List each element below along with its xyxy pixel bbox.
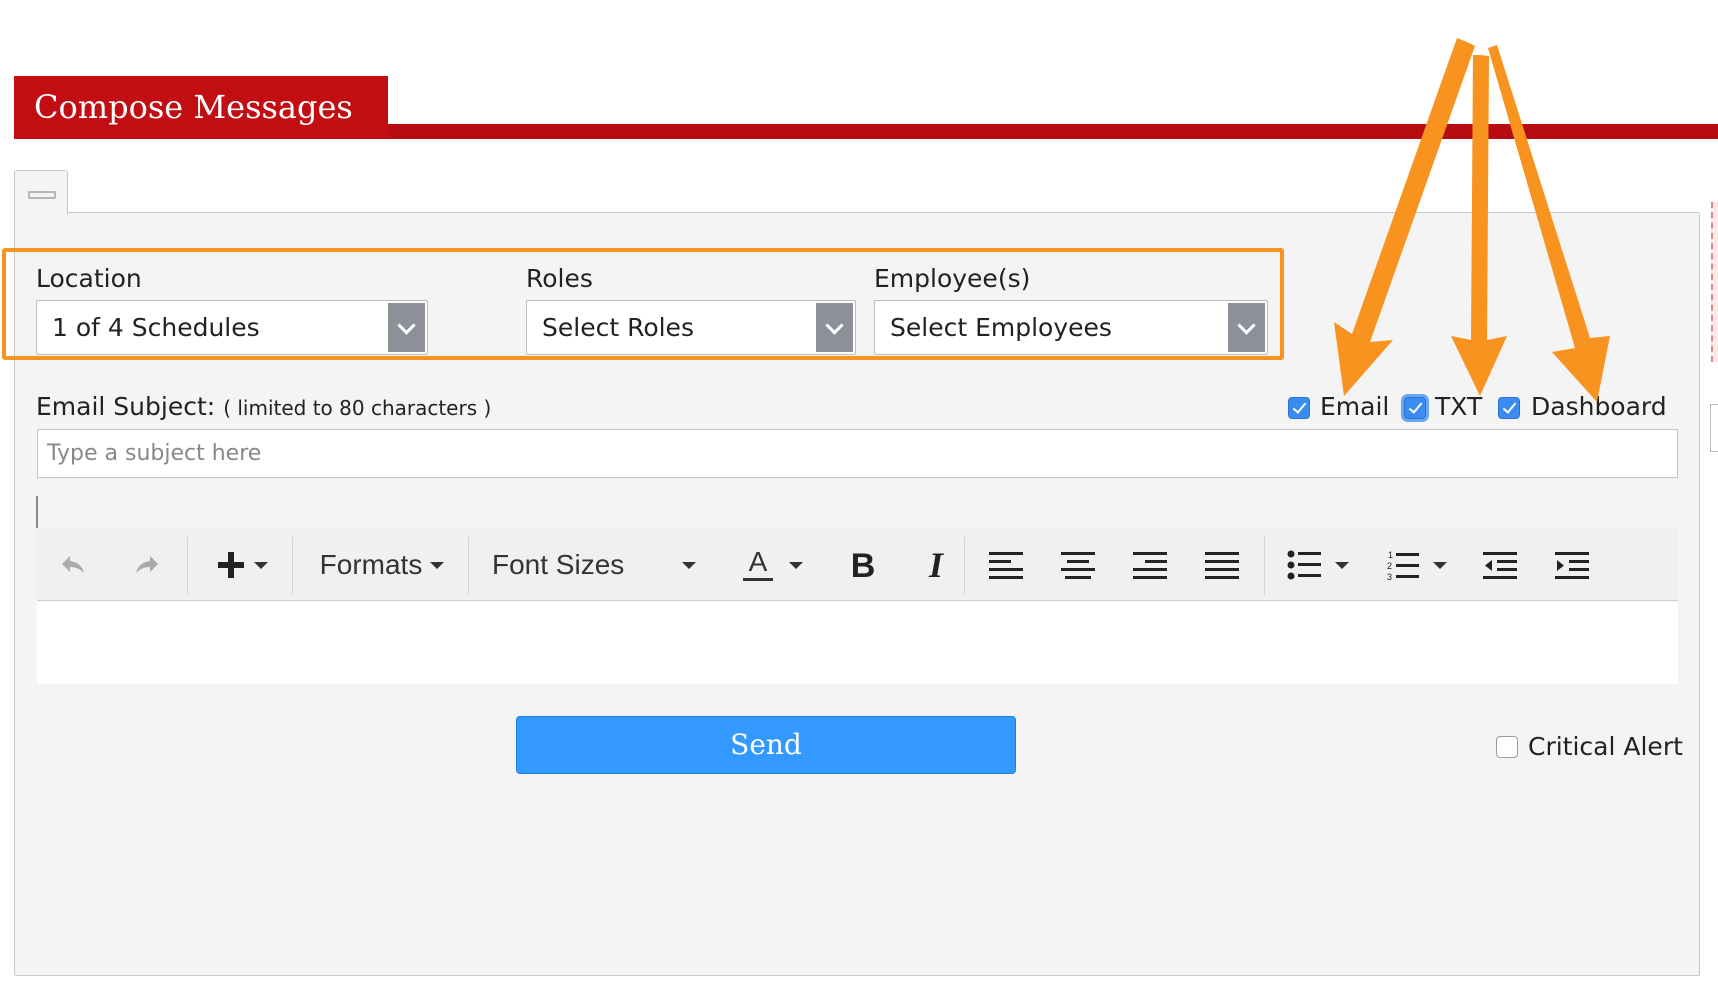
annotation-arrows (1334, 38, 1610, 402)
collapse-toggle[interactable] (14, 170, 68, 215)
annotation-arrow-txt (1451, 55, 1507, 396)
annotation-arrow-dashboard (1488, 45, 1610, 402)
annotation-arrow-email (1334, 38, 1475, 396)
minimize-icon (28, 191, 56, 199)
